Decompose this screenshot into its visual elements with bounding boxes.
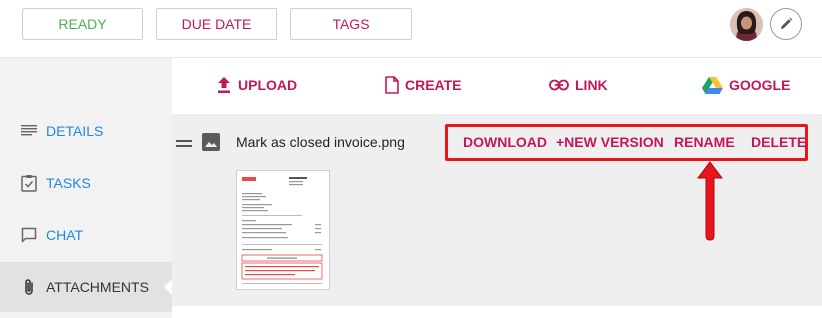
ready-button[interactable]: READY <box>22 8 143 40</box>
link-button[interactable]: LINK <box>549 74 608 96</box>
upload-icon <box>218 77 230 93</box>
link-icon <box>549 79 569 91</box>
google-drive-icon <box>702 77 723 94</box>
drag-handle-icon[interactable] <box>176 140 192 148</box>
delete-button[interactable]: DELETE <box>751 134 806 150</box>
tags-button[interactable]: TAGS <box>290 8 412 40</box>
pencil-icon <box>781 17 793 29</box>
sidebar: DETAILS TASKS CHAT ATTACHMENTS <box>0 58 172 318</box>
sidebar-item-attachments[interactable]: ATTACHMENTS <box>0 262 172 312</box>
avatar-photo-icon <box>730 8 763 41</box>
attachment-actions-bar: UPLOAD CREATE LINK GOOGLE <box>172 58 822 114</box>
create-button[interactable]: CREATE <box>385 74 462 96</box>
edit-button[interactable] <box>770 8 802 40</box>
link-label: LINK <box>575 77 608 93</box>
upload-button[interactable]: UPLOAD <box>216 74 297 96</box>
create-label: CREATE <box>405 77 462 93</box>
user-avatar[interactable] <box>730 8 763 41</box>
invoice-preview-icon <box>241 177 323 284</box>
clipboard-check-icon <box>20 174 38 192</box>
rename-button[interactable]: RENAME <box>674 134 735 150</box>
top-toolbar: READY DUE DATE TAGS <box>0 0 822 58</box>
google-label: GOOGLE <box>729 77 791 93</box>
image-file-icon <box>202 133 222 153</box>
sidebar-item-label: TASKS <box>46 175 91 191</box>
upload-label: UPLOAD <box>238 77 298 93</box>
due-date-button[interactable]: DUE DATE <box>156 8 277 40</box>
attachment-filename[interactable]: Mark as closed invoice.png <box>236 134 405 150</box>
sidebar-item-label: DETAILS <box>46 123 104 139</box>
new-version-button[interactable]: +NEW VERSION <box>556 134 664 150</box>
sidebar-item-label: ATTACHMENTS <box>46 279 149 295</box>
document-icon <box>385 76 399 94</box>
paperclip-icon <box>20 278 38 296</box>
annotation-arrow-icon <box>695 160 725 242</box>
chat-bubble-icon <box>20 226 38 244</box>
download-button[interactable]: DOWNLOAD <box>463 134 547 150</box>
sidebar-item-chat[interactable]: CHAT <box>0 210 172 260</box>
attachment-thumbnail[interactable] <box>236 170 330 290</box>
details-lines-icon <box>20 122 38 140</box>
sidebar-item-tasks[interactable]: TASKS <box>0 158 172 208</box>
google-drive-button[interactable]: GOOGLE <box>702 74 790 96</box>
sidebar-item-details[interactable]: DETAILS <box>0 106 172 156</box>
sidebar-item-label: CHAT <box>46 227 84 243</box>
